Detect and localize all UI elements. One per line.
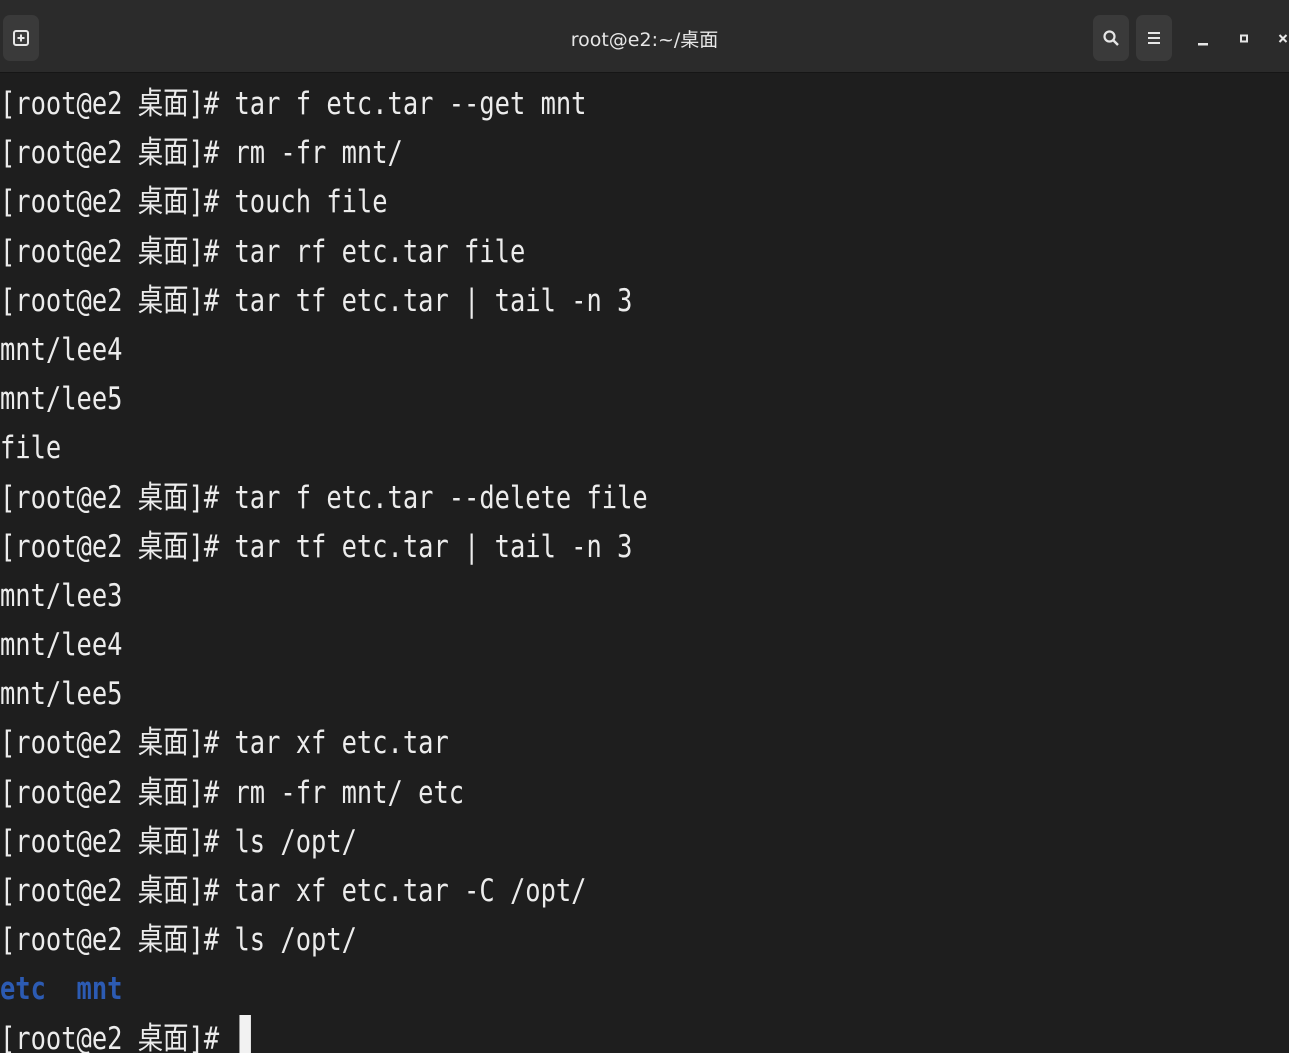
terminal-line: [root@e2 桌面]# ls /opt/ (0, 922, 357, 959)
terminal-line: [root@e2 桌面]# tar xf etc.tar (0, 725, 449, 762)
directory-entry: mnt (76, 971, 123, 1008)
prompt: [root@e2 桌面]# (0, 1020, 235, 1053)
ls-output-line: etc mnt (0, 965, 1057, 1014)
terminal-line: [root@e2 桌面]# tar f etc.tar --get mnt (0, 86, 587, 122)
close-button[interactable] (1272, 22, 1289, 56)
search-icon (1103, 30, 1119, 46)
close-icon (1278, 34, 1288, 43)
terminal-line: [root@e2 桌面]# tar tf etc.tar | tail -n 3 (0, 282, 633, 319)
terminal-line: [root@e2 桌面]# tar tf etc.tar | tail -n 3 (0, 528, 633, 565)
ls-spacer (46, 971, 77, 1007)
terminal-line: [root@e2 桌面]# tar f etc.tar --delete fil… (0, 479, 648, 516)
terminal-line: [root@e2 桌面]# touch file (0, 184, 388, 221)
terminal-line: [root@e2 桌面]# rm -fr mnt/ (0, 135, 403, 172)
terminal-line: [root@e2 桌面]# tar xf etc.tar -C /opt/ (0, 873, 587, 909)
terminal-line: [root@e2 桌面]# ls /opt/ (0, 823, 357, 860)
terminal-line: mnt/lee5 (0, 676, 123, 713)
active-prompt-line[interactable]: [root@e2 桌面]# (0, 1015, 1057, 1053)
terminal-line: [root@e2 桌面]# rm -fr mnt/ etc (0, 774, 465, 811)
search-button[interactable] (1093, 15, 1129, 61)
terminal-output[interactable]: [root@e2 桌面]# tar f etc.tar --get mnt [r… (0, 80, 1289, 1053)
terminal-window: root@e2:~/桌面 [root@e2 桌面]# tar f etc.tar… (0, 0, 1289, 1053)
terminal-line: mnt/lee3 (0, 577, 123, 614)
maximize-button[interactable] (1233, 22, 1255, 56)
terminal-line: mnt/lee4 (0, 331, 123, 368)
minimize-icon (1198, 43, 1208, 46)
text-cursor (239, 1015, 251, 1053)
terminal-line: [root@e2 桌面]# tar rf etc.tar file (0, 233, 526, 270)
terminal-line: mnt/lee4 (0, 627, 123, 664)
directory-entry: etc (0, 971, 46, 1008)
title-bar: root@e2:~/桌面 (0, 0, 1289, 73)
menu-button[interactable] (1136, 15, 1172, 61)
maximize-icon (1240, 34, 1248, 43)
terminal-line: file (0, 430, 62, 467)
minimize-button[interactable] (1192, 22, 1214, 56)
hamburger-menu-icon (1148, 32, 1160, 44)
terminal-line: mnt/lee5 (0, 381, 123, 418)
